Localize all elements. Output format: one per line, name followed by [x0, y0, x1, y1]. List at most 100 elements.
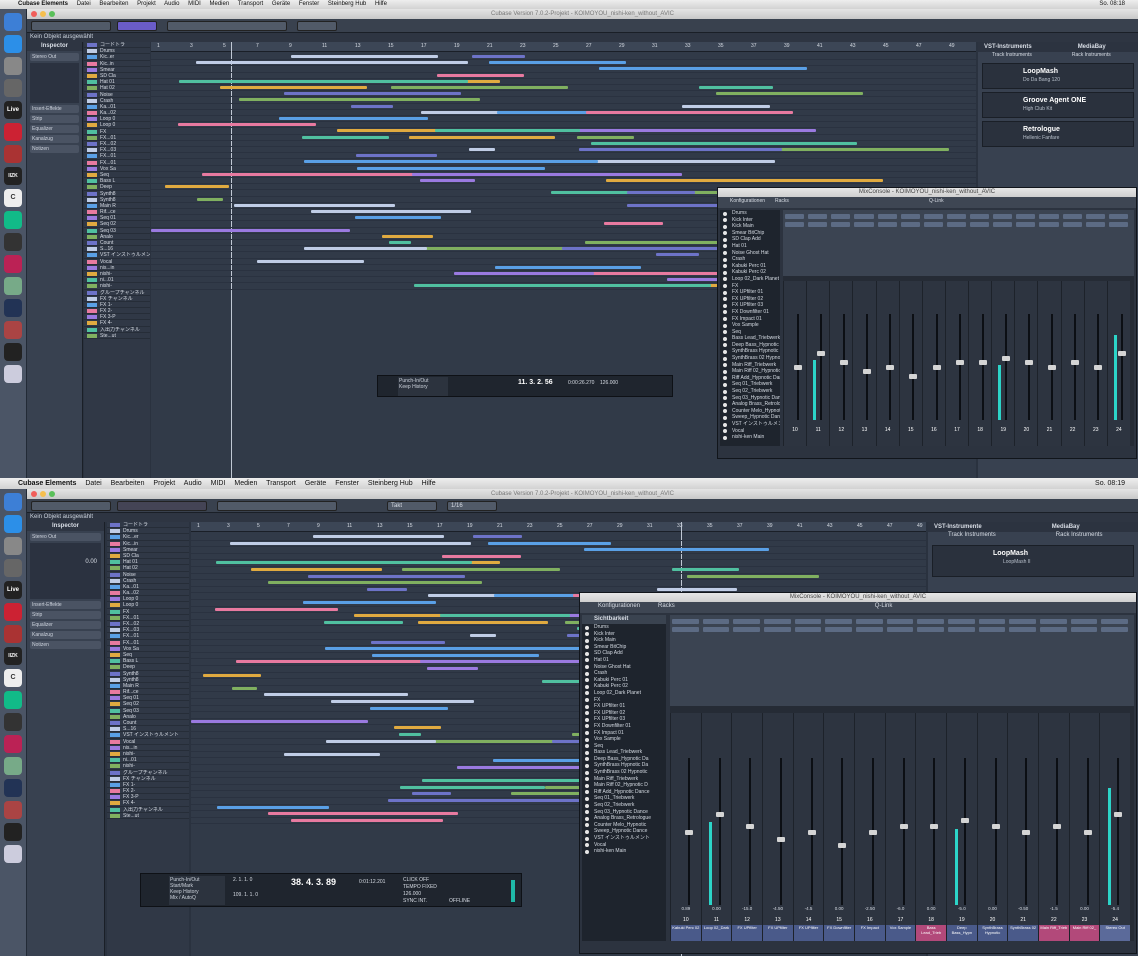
midi-event[interactable]	[412, 172, 682, 176]
midi-event[interactable]	[372, 653, 539, 657]
keyboard-icon[interactable]	[4, 233, 22, 251]
fader-track[interactable]	[963, 758, 966, 905]
midi-event[interactable]	[421, 110, 508, 114]
routing-slot[interactable]	[1039, 222, 1059, 227]
routing-slot[interactable]	[702, 627, 730, 632]
app-icon[interactable]	[4, 123, 22, 141]
visibility-row[interactable]: FX	[582, 697, 666, 704]
visibility-row[interactable]: Vox Sample	[720, 322, 780, 329]
midi-event[interactable]	[699, 86, 773, 89]
visibility-row[interactable]: Riff Add_Hypnotic Dance	[582, 789, 666, 796]
fader-handle[interactable]	[1117, 350, 1126, 356]
output-select[interactable]: Stereo Out	[30, 53, 79, 61]
section-channel[interactable]: Kanalzug	[30, 135, 79, 143]
grid-select[interactable]	[297, 21, 337, 31]
tool-buttons[interactable]	[217, 501, 337, 511]
app-icon[interactable]: C	[4, 189, 22, 207]
volume-value[interactable]: 0.00	[85, 559, 97, 565]
midi-event[interactable]	[412, 792, 451, 796]
right-locator[interactable]: 109. 1. 1. 0	[233, 892, 258, 898]
config-button[interactable]: Konfigurationen	[730, 198, 765, 204]
iz-icon[interactable]: IIZK	[4, 647, 22, 665]
ruler[interactable]: 1 3 5 7 9 11 13 15 17 19 21 23 25 27 29 31 33 35 37 39 41 43 4…	[151, 42, 976, 52]
fader-handle[interactable]	[1025, 360, 1034, 366]
routing-slot[interactable]	[825, 619, 852, 624]
time-display[interactable]: 38. 4. 3. 89	[291, 877, 336, 887]
visibility-row[interactable]: Vocal	[720, 428, 780, 435]
section-notes[interactable]: Notizen	[30, 145, 79, 153]
visibility-row[interactable]: Seq 02_Triebwerk	[720, 388, 780, 395]
midi-event[interactable]	[627, 191, 695, 195]
visibility-row[interactable]: Smear BitChip	[720, 230, 780, 237]
midi-event[interactable]	[324, 620, 403, 624]
visibility-row[interactable]: Deep Bass_Hypnotic Da	[720, 342, 780, 349]
fader-track[interactable]	[933, 758, 936, 905]
system-prefs-icon[interactable]	[4, 57, 22, 75]
click-display[interactable]: CLICK OFF	[403, 877, 429, 883]
section-eq[interactable]: Equalizer	[30, 125, 79, 133]
routing-slot[interactable]	[733, 627, 760, 632]
midi-event[interactable]	[311, 210, 471, 213]
midi-event[interactable]	[577, 135, 634, 139]
routing-slot[interactable]	[785, 222, 805, 227]
left-locator[interactable]: 2. 1. 1. 0	[233, 877, 252, 883]
totalmix-icon[interactable]	[4, 823, 22, 841]
midi-event[interactable]	[239, 98, 480, 102]
section-strip[interactable]: Strip	[30, 115, 79, 123]
menu-item[interactable]: Hilfe	[375, 1, 387, 7]
fader-handle[interactable]	[684, 830, 693, 836]
visibility-row[interactable]: nishi-ken Main	[582, 848, 666, 855]
visibility-row[interactable]: SD Clap Add	[582, 650, 666, 657]
app-icon[interactable]	[4, 299, 22, 317]
routing-slot[interactable]	[1009, 619, 1036, 624]
section-inserts[interactable]: Insert-Effekte	[30, 601, 101, 609]
volume-readout[interactable]: -1.5	[1039, 906, 1069, 911]
midi-event[interactable]	[331, 700, 474, 703]
midi-event[interactable]	[264, 693, 408, 697]
channel-name[interactable]: Deep Bass_Hypn	[947, 925, 977, 941]
visibility-row[interactable]: Kabuki Perc 02	[720, 269, 780, 276]
routing-slot[interactable]	[923, 222, 943, 227]
menu-item[interactable]: Bearbeiten	[99, 1, 128, 7]
volume-readout[interactable]: -4.50	[763, 906, 793, 911]
visibility-row[interactable]: Sweep_Hypnotic Dance	[720, 414, 780, 421]
midi-event[interactable]	[489, 61, 626, 65]
fader-handle[interactable]	[932, 364, 941, 370]
midi-event[interactable]	[178, 123, 316, 127]
fader-handle[interactable]	[960, 817, 969, 823]
toolbar-buttons[interactable]	[31, 21, 111, 31]
fader-handle[interactable]	[816, 350, 825, 356]
menu-item[interactable]: Steinberg Hub	[368, 480, 413, 487]
fader-track[interactable]	[842, 313, 845, 420]
fader-handle[interactable]	[839, 360, 848, 366]
keyboard-icon[interactable]	[4, 713, 22, 731]
midi-event[interactable]	[495, 265, 641, 269]
visibility-row[interactable]: SD Clap Add	[720, 236, 780, 243]
midi-event[interactable]	[656, 253, 699, 257]
visibility-row[interactable]: FX Downfilter 01	[582, 723, 666, 730]
fader-track[interactable]	[958, 313, 961, 420]
midi-event[interactable]	[151, 228, 350, 232]
visibility-row[interactable]: Kick Main	[720, 223, 780, 230]
midi-event[interactable]	[457, 766, 583, 769]
mediabay-tab[interactable]: MediaBay	[1078, 44, 1106, 50]
visibility-row[interactable]: Loop 02_Dark Planet	[582, 690, 666, 697]
fader-track[interactable]	[819, 313, 822, 420]
midi-event[interactable]	[579, 148, 782, 151]
routing-slot[interactable]	[1040, 619, 1067, 624]
midi-event[interactable]	[351, 104, 393, 108]
volume-readout[interactable]: 0.00	[824, 906, 854, 911]
routing-slot[interactable]	[993, 222, 1013, 227]
midi-event[interactable]	[687, 574, 819, 578]
menu-item[interactable]: Medien	[234, 480, 257, 487]
tempo-display[interactable]: 126.000	[403, 891, 421, 897]
channel-name[interactable]: FX Downfilter	[824, 925, 854, 941]
fader-handle[interactable]	[930, 824, 939, 830]
menu-item[interactable]: Datei	[77, 1, 91, 7]
midi-event[interactable]	[394, 726, 441, 730]
visibility-row[interactable]: Kabuki Perc 01	[582, 677, 666, 684]
close-icon[interactable]	[31, 491, 37, 497]
routing-slot[interactable]	[1016, 222, 1036, 227]
routing-slot[interactable]	[1108, 214, 1128, 219]
midi-event[interactable]	[371, 640, 445, 644]
